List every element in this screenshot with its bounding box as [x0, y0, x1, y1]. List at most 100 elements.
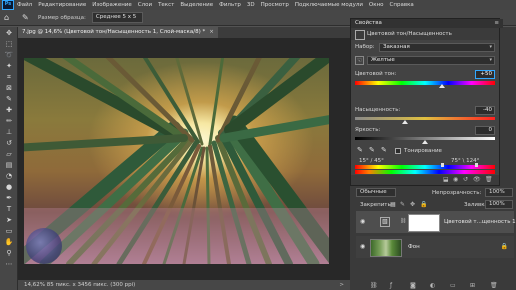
layer-row-adjustment[interactable]: ◉ ▧ ⛓ Цветовой т...щенность 1 [356, 211, 516, 233]
hue-slider-thumb[interactable] [438, 84, 445, 88]
group-icon[interactable]: ▭ [450, 282, 456, 289]
layer-name[interactable]: Цветовой т...щенность 1 [444, 219, 516, 225]
background-thumbnail[interactable] [370, 239, 402, 257]
colorize-label: Тонирование [404, 148, 442, 154]
home-icon[interactable]: ⌂ [4, 13, 14, 23]
menu-filter[interactable]: Фильтр [219, 2, 241, 8]
path-select-tool-icon[interactable]: ➤ [3, 215, 15, 225]
layers-footer: ⛓ ƒ ◙ ◐ ▭ ⊞ 🗑 [350, 281, 516, 290]
colorize-checkbox[interactable] [395, 148, 401, 154]
menu-image[interactable]: Изображение [92, 2, 132, 8]
sample-size-select[interactable]: Среднее 5 х 5 [91, 12, 143, 23]
shape-tool-icon[interactable]: ▭ [3, 226, 15, 236]
new-layer-icon[interactable]: ⊞ [470, 282, 475, 289]
clip-to-layer-icon[interactable]: ⬓ [443, 176, 449, 183]
link-icon[interactable]: ⛓ [400, 218, 406, 224]
channel-select[interactable]: Желтые ▾ [367, 56, 495, 65]
menu-file[interactable]: Файл [17, 2, 32, 8]
range-left-value: 15° / 45° [359, 158, 384, 164]
reset-icon[interactable]: ↺ [463, 176, 468, 183]
adjustment-name: Цветовой тон/Насыщенность [367, 31, 452, 37]
saturation-slider-thumb[interactable] [402, 120, 409, 124]
adjustment-icon[interactable]: ◐ [430, 282, 435, 289]
move-tool-icon[interactable]: ✥ [3, 28, 15, 38]
fx-icon[interactable]: ƒ [390, 282, 392, 289]
saturation-slider-track[interactable] [355, 117, 495, 120]
lightness-input[interactable]: 0 [475, 126, 495, 135]
menu-edit[interactable]: Редактирование [38, 2, 86, 8]
lock-transparency-icon[interactable]: ▦ [390, 201, 396, 208]
blend-mode-select[interactable]: Обычные [356, 188, 396, 197]
range-handle-right[interactable] [475, 163, 478, 167]
quick-select-tool-icon[interactable]: ✦ [3, 61, 15, 71]
add-mask-icon[interactable]: ◙ [410, 282, 416, 289]
panel-menu-icon[interactable]: ≡ [494, 19, 499, 28]
dodge-tool-icon[interactable]: ● [3, 182, 15, 192]
lightness-label: Яркость: [355, 127, 381, 133]
eyedropper-icon[interactable]: ✎ [22, 13, 32, 23]
menu-type[interactable]: Текст [158, 2, 174, 8]
range-handle-left[interactable] [441, 163, 444, 167]
link-layers-icon[interactable]: ⛓ [370, 282, 378, 289]
eraser-tool-icon[interactable]: ▱ [3, 149, 15, 159]
layer-name[interactable]: Фон [408, 244, 420, 250]
sample-size-value: Среднее 5 х 5 [95, 14, 137, 20]
eyedropper-tool-icon[interactable]: ✎ [3, 94, 15, 104]
menu-window[interactable]: Окно [369, 2, 384, 8]
lock-all-icon[interactable]: 🔒 [420, 201, 427, 208]
menu-layers[interactable]: Слои [138, 2, 152, 8]
pen-tool-icon[interactable]: ✒ [3, 193, 15, 203]
lock-position-icon[interactable]: ✥ [410, 201, 415, 208]
eye-icon[interactable]: ◉ [360, 218, 365, 225]
gradient-tool-icon[interactable]: ▤ [3, 160, 15, 170]
brush-tool-icon[interactable]: ✏ [3, 116, 15, 126]
type-tool-icon[interactable]: T [3, 204, 15, 214]
trash-icon[interactable]: 🗑 [485, 176, 493, 183]
crop-tool-icon[interactable]: ⌗ [3, 72, 15, 82]
menu-plugins[interactable]: Подключаемые модули [295, 2, 363, 8]
target-adjust-icon[interactable]: ☜ [355, 56, 364, 65]
eyedropper-icon[interactable]: ✎ [357, 146, 363, 154]
chevron-right-icon[interactable]: > [339, 280, 344, 290]
opacity-input[interactable]: 100% [485, 188, 513, 197]
document-tab[interactable]: 7.jpg @ 14,6% (Цветовой тон/Насыщенность… [18, 27, 218, 38]
hand-tool-icon[interactable]: ✋ [3, 237, 15, 247]
fill-input[interactable]: 100% [485, 200, 513, 209]
saturation-input[interactable]: -40 [475, 106, 495, 115]
eyedropper-plus-icon[interactable]: ✎ [369, 146, 375, 154]
frame-tool-icon[interactable]: ⊠ [3, 83, 15, 93]
lightness-slider-thumb[interactable] [422, 140, 428, 144]
history-brush-tool-icon[interactable]: ↺ [3, 138, 15, 148]
healing-brush-tool-icon[interactable]: ✚ [3, 105, 15, 115]
clone-stamp-tool-icon[interactable]: ⊥ [3, 127, 15, 137]
eye-icon[interactable]: ◉ [360, 243, 365, 250]
preset-select[interactable]: Заказная ▾ [379, 43, 495, 52]
lasso-tool-icon[interactable]: ➰ [3, 50, 15, 60]
menu-help[interactable]: Справка [390, 2, 414, 8]
zoom-tool-icon[interactable]: ⚲ [3, 248, 15, 258]
menu-bar: Ps Файл Редактирование Изображение Слои … [0, 0, 516, 10]
trash-icon[interactable]: 🗑 [490, 282, 498, 289]
lock-pixels-icon[interactable]: ✎ [400, 201, 405, 208]
adjustment-layer-icon: ▧ [380, 217, 390, 227]
photoshop-logo: Ps [2, 0, 14, 10]
hue-input[interactable]: +50 [475, 70, 495, 79]
marquee-tool-icon[interactable]: ⬚ [3, 39, 15, 49]
menu-3d[interactable]: 3D [247, 2, 255, 8]
menu-view[interactable]: Просмотр [261, 2, 289, 8]
hue-slider-track[interactable] [355, 81, 495, 85]
view-previous-icon[interactable]: ◉ [453, 176, 458, 183]
more-tools-icon[interactable]: ⋯ [3, 259, 15, 269]
layer-mask-thumbnail[interactable] [408, 214, 440, 232]
layer-row-background[interactable]: ◉ Фон 🔒 [356, 236, 514, 258]
blur-tool-icon[interactable]: ◔ [3, 171, 15, 181]
properties-titlebar[interactable]: Свойства ≡ [351, 19, 503, 28]
menu-select[interactable]: Выделение [180, 2, 213, 8]
source-color-bar [355, 165, 495, 169]
floating-cursor-ball [26, 228, 62, 264]
bamboo-forest-image[interactable] [24, 58, 329, 264]
eyedropper-minus-icon[interactable]: ✎ [381, 146, 387, 154]
close-icon[interactable]: × [209, 29, 214, 35]
status-bar: 14,62% 85 пикс. х 3456 пикс. (300 ppi) > [18, 280, 350, 290]
visibility-icon[interactable]: 👁 [473, 176, 481, 183]
